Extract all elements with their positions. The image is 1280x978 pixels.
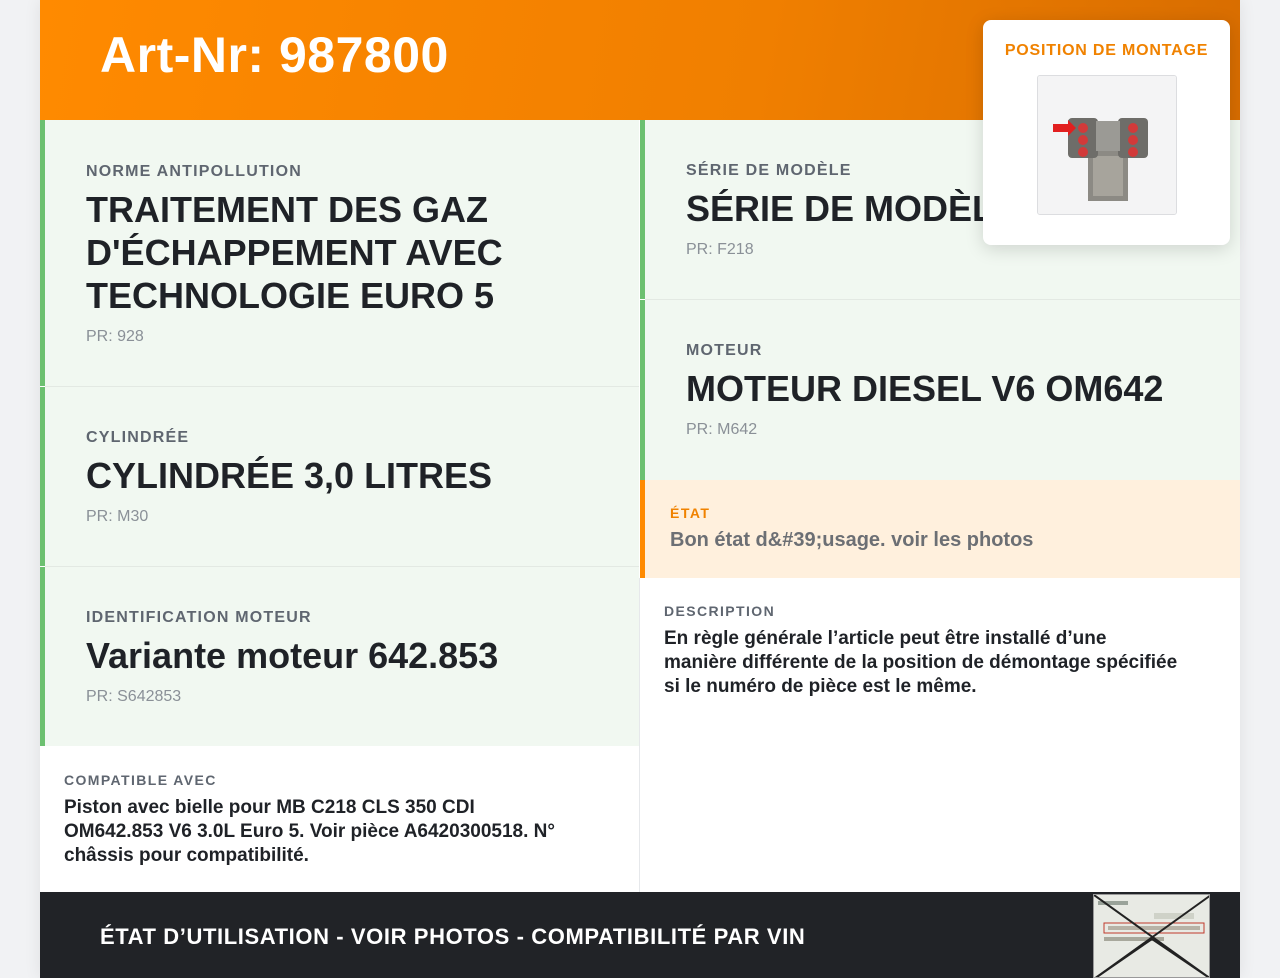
card-value: TRAITEMENT DES GAZ D'ÉCHAPPEMENT AVEC TE… — [86, 189, 503, 316]
compatible-label: COMPATIBLE AVEC — [64, 772, 217, 788]
card-pr-code: PR: S642853 — [86, 688, 182, 705]
card-label: SÉRIE DE MODÈLE — [686, 162, 852, 179]
card-pr-code: PR: 928 — [86, 328, 144, 345]
card-value: CYLINDRÉE 3,0 LITRES — [86, 455, 493, 496]
card-label: IDENTIFICATION MOTEUR — [86, 609, 312, 626]
card-pr-code: PR: M30 — [86, 508, 149, 525]
card-value: Variante moteur 642.853 — [86, 635, 499, 676]
description-label: DESCRIPTION — [664, 603, 776, 619]
column-divider — [639, 578, 640, 892]
card-cylindree: CYLINDRÉE CYLINDRÉE 3,0 LITRES PR: M30 — [40, 387, 639, 566]
condition-value: Bon état d&#39;usage. voir les photos — [670, 529, 1034, 551]
compatible-line: OM642.853 V6 3.0L Euro 5. Voir pièce A64… — [64, 821, 555, 842]
vin-document-icon[interactable] — [1093, 894, 1210, 978]
card-identification-moteur: IDENTIFICATION MOTEUR Variante moteur 64… — [40, 567, 639, 746]
description-line: si le numéro de pièce est le même. — [664, 676, 977, 697]
card-label: CYLINDRÉE — [86, 429, 190, 446]
card-pr-code: PR: M642 — [686, 421, 758, 438]
engine-diagram-graphic — [1038, 76, 1176, 214]
description-text: En règle générale l’article peut être in… — [664, 627, 1224, 699]
card-moteur: MOTEUR MOTEUR DIESEL V6 OM642 PR: M642 — [640, 300, 1240, 480]
card-label: NORME ANTIPOLLUTION — [86, 163, 302, 180]
description-line: manière différente de la position de dém… — [664, 652, 1178, 673]
mount-position-card: POSITION DE MONTAGE — [983, 20, 1230, 245]
compatible-line: châssis pour compatibilité. — [64, 845, 309, 866]
condition-box: ÉTAT Bon état d&#39;usage. voir les phot… — [640, 480, 1240, 578]
condition-label: ÉTAT — [670, 505, 711, 521]
compatible-text: Piston avec bielle pour MB C218 CLS 350 … — [64, 796, 624, 868]
card-value: MOTEUR DIESEL V6 OM642 — [686, 368, 1164, 409]
card-norme-antipollution: NORME ANTIPOLLUTION TRAITEMENT DES GAZ D… — [40, 120, 639, 386]
card-value: SÉRIE DE MODÈL — [686, 188, 995, 229]
description-line: En règle générale l’article peut être in… — [664, 628, 1107, 649]
mount-position-title: POSITION DE MONTAGE — [1004, 42, 1209, 59]
card-pr-code: PR: F218 — [686, 241, 754, 258]
engine-diagram-icon[interactable] — [1037, 75, 1177, 215]
compatible-line: Piston avec bielle pour MB C218 CLS 350 … — [64, 797, 475, 818]
card-label: MOTEUR — [686, 342, 763, 359]
article-number: Art-Nr: 987800 — [100, 27, 449, 83]
vin-document-graphic — [1094, 895, 1209, 977]
footer-text: ÉTAT D’UTILISATION - VOIR PHOTOS - COMPA… — [100, 924, 806, 949]
footer-banner: ÉTAT D’UTILISATION - VOIR PHOTOS - COMPA… — [40, 892, 1240, 978]
